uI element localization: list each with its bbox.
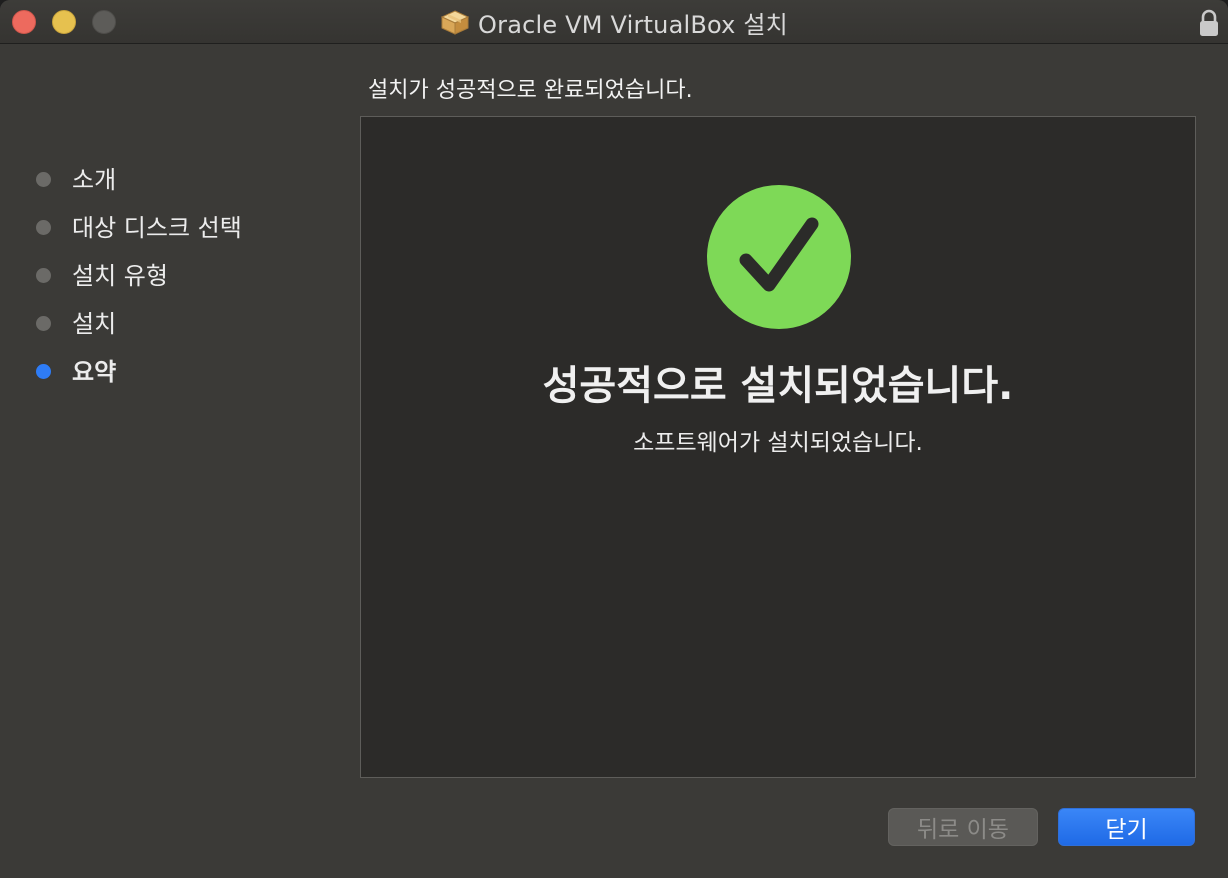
- step-bullet-active-icon: [36, 364, 51, 379]
- close-button[interactable]: 닫기: [1058, 808, 1195, 846]
- lock-icon: [1200, 9, 1218, 36]
- step-bullet-icon: [36, 172, 51, 187]
- content-panel: 성공적으로 설치되었습니다. 소프트웨어가 설치되었습니다.: [360, 116, 1196, 778]
- sidebar-item-label: 설치 유형: [72, 262, 168, 290]
- sidebar-item-destination: 대상 디스크 선택: [0, 198, 300, 246]
- step-bullet-icon: [36, 316, 51, 331]
- window-title: Oracle VM VirtualBox 설치: [478, 10, 788, 39]
- sidebar-item-label: 소개: [72, 166, 117, 194]
- back-button[interactable]: 뒤로 이동: [888, 808, 1038, 846]
- installer-window: Oracle VM VirtualBox 설치 소개 대상 디스크 선택 설치 …: [0, 0, 1228, 878]
- sidebar-item-installation-type: 설치 유형: [0, 246, 300, 294]
- window-title-group: Oracle VM VirtualBox 설치: [0, 0, 1228, 44]
- page-heading: 설치가 성공적으로 완료되었습니다.: [368, 78, 693, 103]
- sidebar-item-label: 요약: [72, 358, 117, 386]
- step-bullet-icon: [36, 268, 51, 283]
- sidebar-item-label: 설치: [72, 310, 117, 338]
- success-checkmark-icon: [707, 185, 851, 329]
- step-sidebar: 소개 대상 디스크 선택 설치 유형 설치 요약: [0, 150, 300, 390]
- sidebar-item-label: 대상 디스크 선택: [72, 214, 242, 242]
- title-bar[interactable]: Oracle VM VirtualBox 설치: [0, 0, 1228, 44]
- step-bullet-icon: [36, 220, 51, 235]
- sidebar-item-installation: 설치: [0, 294, 300, 342]
- package-icon: [440, 10, 470, 35]
- sidebar-item-summary: 요약: [0, 342, 300, 390]
- success-subtitle: 소프트웨어가 설치되었습니다.: [633, 430, 923, 456]
- sidebar-item-introduction: 소개: [0, 150, 300, 198]
- success-title: 성공적으로 설치되었습니다.: [542, 363, 1014, 409]
